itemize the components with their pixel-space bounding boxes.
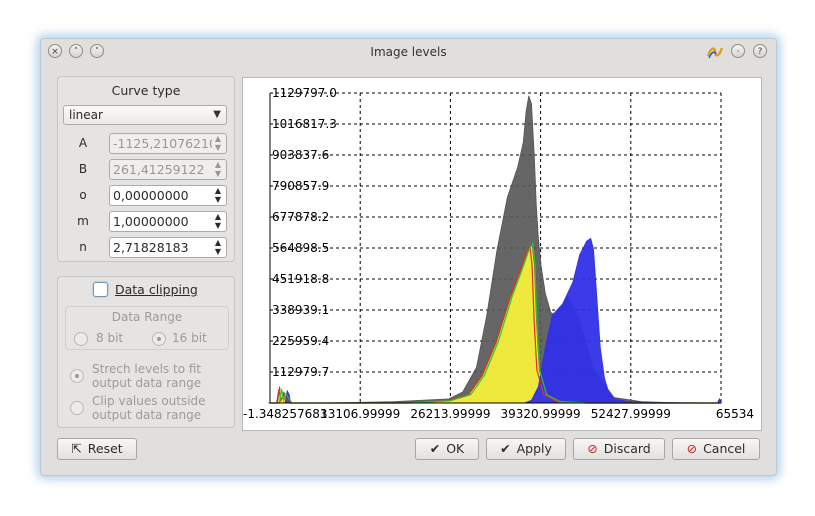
x-tick-label: 26213.99999	[410, 407, 490, 421]
title-bar: × ˄ ˅ Image levels · ?	[41, 39, 776, 65]
radio-16bit[interactable]	[152, 332, 166, 346]
y-tick-label: 225959.4	[272, 334, 329, 348]
param-value-n: 2,71828183	[113, 240, 189, 255]
x-tick-label: 39320.99999	[501, 407, 581, 421]
histogram-chart: 1129797.0 1016817.3 903837.6 790857.9 677878…	[243, 86, 754, 421]
data-clipping-group: Data clipping Data Range 8 bit 16 bit St…	[57, 276, 235, 428]
spin-arrows-icon: ▲ ▼	[212, 160, 224, 179]
cancel-button[interactable]: ⊘ Cancel	[672, 438, 760, 460]
param-label-B: B	[78, 162, 88, 176]
param-spinbox-n[interactable]: 2,71828183 ▲ ▼	[109, 237, 227, 258]
param-spinbox-m[interactable]: 1,00000000 ▲ ▼	[109, 211, 227, 232]
curve-type-combo[interactable]: linear ▼	[63, 105, 227, 125]
y-tick-label: 1129797.0	[272, 86, 337, 100]
window-title: Image levels	[370, 45, 447, 59]
spin-arrows-icon: ▲ ▼	[212, 134, 224, 153]
stretch-levels-label: Strech levels to fit output data range	[92, 362, 202, 390]
y-tick-label: 1016817.3	[272, 117, 337, 131]
x-tick-label: 52427.99999	[591, 407, 671, 421]
spin-arrows-icon[interactable]: ▲ ▼	[212, 212, 224, 231]
keep-above-icon[interactable]: ·	[731, 44, 745, 58]
reset-icon: ⇱	[71, 441, 82, 456]
chevron-down-icon: ▼	[213, 109, 221, 120]
image-levels-dialog: × ˄ ˅ Image levels · ? Curve type linear…	[40, 38, 777, 476]
curve-type-group: Curve type linear ▼ A -1125,21076210 ▲ ▼ B 26…	[57, 76, 235, 262]
param-spinbox-B: 261,41259122 ▲ ▼	[109, 159, 227, 180]
param-label-o: o	[79, 188, 87, 202]
y-tick-label: 338939.1	[272, 303, 329, 317]
data-range-box: Data Range 8 bit 16 bit	[65, 306, 229, 350]
clip-values-label: Clip values outside output data range	[92, 394, 206, 422]
ok-button[interactable]: ✔ OK	[415, 438, 479, 460]
no-entry-icon: ⊘	[686, 441, 698, 456]
x-tick-label: -1.348257683	[243, 407, 328, 421]
checkmark-icon: ✔	[429, 441, 441, 456]
param-spinbox-o[interactable]: 0,00000000 ▲ ▼	[109, 185, 227, 206]
data-clipping-label[interactable]: Data clipping	[115, 282, 198, 297]
spin-arrows-icon[interactable]: ▲ ▼	[212, 238, 224, 257]
radio-clip-values[interactable]	[70, 401, 84, 415]
y-tick-label: 564898.5	[272, 241, 329, 255]
param-value-A: -1125,21076210	[113, 136, 217, 151]
data-range-title: Data Range	[111, 310, 183, 324]
param-value-m: 1,00000000	[113, 214, 189, 229]
data-clipping-checkbox[interactable]	[93, 282, 108, 297]
y-tick-label: 903837.6	[272, 148, 329, 162]
help-icon[interactable]: ?	[753, 44, 767, 58]
param-value-B: 261,41259122	[113, 162, 205, 177]
y-tick-label: 677878.2	[272, 210, 329, 224]
no-entry-icon: ⊘	[587, 441, 598, 456]
checkmark-icon: ✔	[500, 441, 511, 456]
discard-button[interactable]: ⊘ Discard	[573, 438, 665, 460]
radio-8bit[interactable]	[74, 332, 88, 346]
y-tick-label: 112979.7	[272, 365, 329, 379]
apply-button[interactable]: ✔ Apply	[486, 438, 566, 460]
param-value-o: 0,00000000	[113, 188, 189, 203]
param-label-m: m	[77, 214, 89, 228]
reset-button[interactable]: ⇱ Reset	[57, 438, 137, 460]
param-label-A: A	[78, 136, 88, 150]
radio-16bit-label: 16 bit	[172, 331, 207, 345]
y-tick-label: 790857.9	[272, 179, 329, 193]
spin-arrows-icon[interactable]: ▲ ▼	[212, 186, 224, 205]
curve-type-title: Curve type	[111, 83, 181, 98]
radio-stretch-levels[interactable]	[70, 369, 84, 383]
app-logo-icon	[706, 47, 724, 59]
x-tick-label: 65534	[716, 407, 754, 421]
x-tick-label: 13106.99999	[320, 407, 400, 421]
curve-type-value: linear	[69, 108, 103, 122]
y-tick-label: 451918.8	[272, 272, 329, 286]
histogram-panel: 1129797.0 1016817.3 903837.6 790857.9 677878…	[242, 77, 762, 431]
param-label-n: n	[79, 240, 87, 254]
param-spinbox-A: -1125,21076210 ▲ ▼	[109, 133, 227, 154]
radio-8bit-label: 8 bit	[96, 331, 124, 345]
